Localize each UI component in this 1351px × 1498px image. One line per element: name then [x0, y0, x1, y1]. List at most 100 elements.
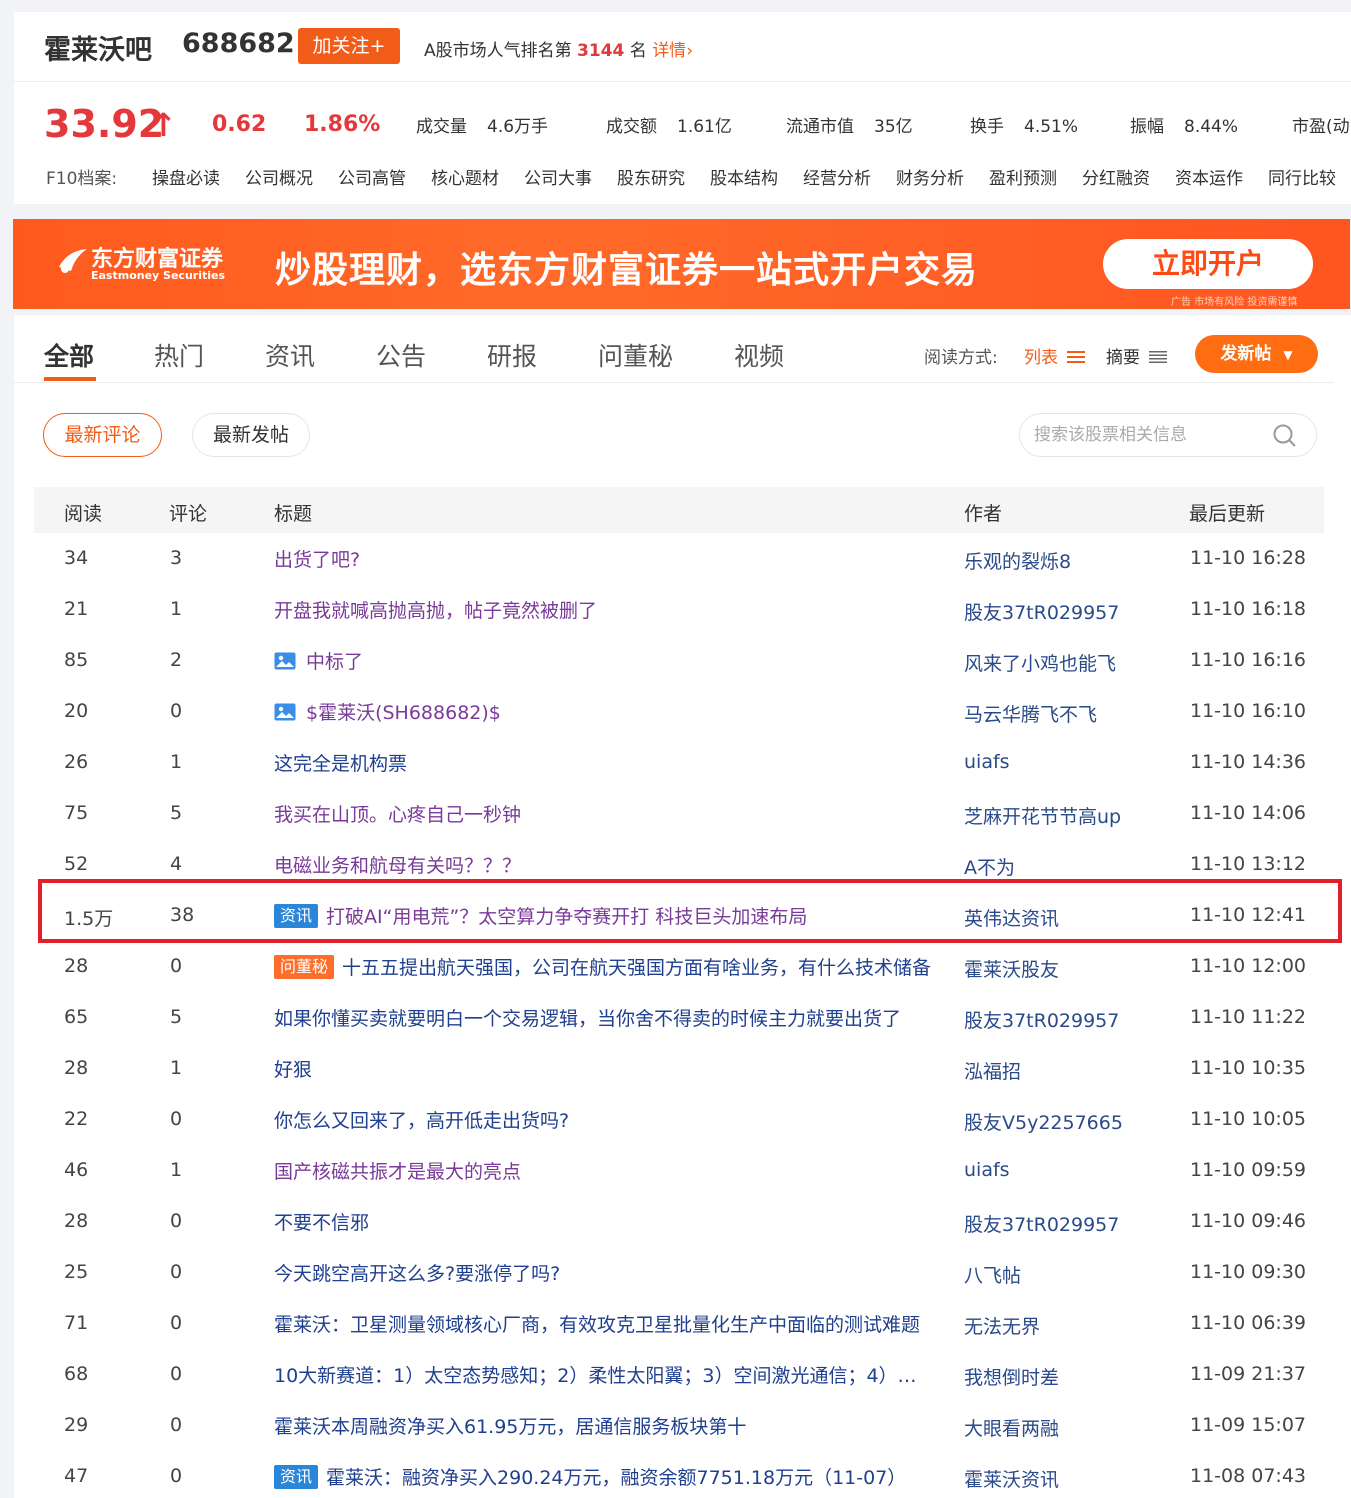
- tab-announcement[interactable]: 公告: [376, 337, 426, 373]
- post-title[interactable]: 你怎么又回来了，高开低走出货吗?: [274, 1106, 934, 1133]
- post-author[interactable]: 股友37tR029957: [964, 1006, 1119, 1033]
- post-title[interactable]: 中标了: [274, 647, 934, 674]
- table-row[interactable]: 46 1 国产核磁共振才是最大的亮点 uiafs 11-10 09:59: [34, 1145, 1324, 1196]
- post-author[interactable]: 无法无界: [964, 1312, 1040, 1339]
- post-title[interactable]: 开盘我就喊高抛高抛，帖子竟然被删了: [274, 596, 934, 623]
- table-row[interactable]: 75 5 我买在山顶。心疼自己一秒钟 芝麻开花节节高up 11-10 14:06: [34, 788, 1324, 839]
- post-title[interactable]: 问董秘 十五五提出航天强国，公司在航天强国方面有啥业务，有什么技术储备: [274, 953, 934, 980]
- popularity-rank: A股市场人气排名第 3144 名 详情›: [424, 36, 693, 61]
- post-title[interactable]: 电磁业务和航母有关吗？？？: [274, 851, 934, 878]
- search-icon[interactable]: [1272, 423, 1298, 449]
- post-author[interactable]: 八飞帖: [964, 1261, 1021, 1288]
- f10-link[interactable]: 公司大事: [524, 164, 592, 189]
- stock-header: 霍莱沃吧 688682 加关注+ A股市场人气排名第 3144 名 详情› 33…: [14, 12, 1351, 204]
- tab-news[interactable]: 资讯: [265, 337, 315, 373]
- post-author[interactable]: 股友37tR029957: [964, 598, 1119, 625]
- table-row[interactable]: 71 0 霍莱沃：卫星测量领域核心厂商，有效攻克卫星批量化生产中面临的测试难题 无法无…: [34, 1298, 1324, 1349]
- table-row[interactable]: 22 0 你怎么又回来了，高开低走出货吗? 股友V5y2257665 11-10 10:…: [34, 1094, 1324, 1145]
- table-row[interactable]: 85 2 中标了 风来了小鸡也能飞 11-10 16:16: [34, 635, 1324, 686]
- read-count: 71: [64, 1312, 89, 1334]
- table-row[interactable]: 65 5 如果你懂买卖就要明白一个交易逻辑，当你舍不得卖的时候主力就要出货了 股友37…: [34, 992, 1324, 1043]
- table-row[interactable]: 52 4 电磁业务和航母有关吗？？？ A不为 11-10 13:12: [34, 839, 1324, 890]
- table-row[interactable]: 28 1 好狠 泓福招 11-10 10:35: [34, 1043, 1324, 1094]
- table-row[interactable]: 20 0 $霍莱沃(SH688682)$ 马云华腾飞不飞 11-10 16:10: [34, 686, 1324, 737]
- post-author[interactable]: 我想倒时差: [964, 1363, 1059, 1390]
- f10-link[interactable]: 资本运作: [1175, 164, 1243, 189]
- f10-link[interactable]: 公司高管: [338, 164, 406, 189]
- post-title[interactable]: 如果你懂买卖就要明白一个交易逻辑，当你舍不得卖的时候主力就要出货了: [274, 1004, 934, 1031]
- post-title[interactable]: 资讯 打破AI“用电荒”？太空算力争夺赛开打 科技巨头加速布局: [274, 902, 934, 929]
- post-title[interactable]: $霍莱沃(SH688682)$: [274, 698, 934, 725]
- stock-bar-name[interactable]: 霍莱沃吧: [44, 28, 152, 67]
- table-row[interactable]: 28 0 不要不信邪 股友37tR029957 11-10 09:46: [34, 1196, 1324, 1247]
- tab-all[interactable]: 全部: [44, 337, 94, 373]
- table-row[interactable]: 68 0 10大新赛道：1）太空态势感知；2）柔性太阳翼；3）空间激光通信；4）卫星…: [34, 1349, 1324, 1400]
- post-author[interactable]: 股友V5y2257665: [964, 1108, 1123, 1135]
- post-title-text: 今天跳空高开这么多?要涨停了吗?: [274, 1263, 561, 1285]
- table-row[interactable]: 26 1 这完全是机构票 uiafs 11-10 14:36: [34, 737, 1324, 788]
- post-title[interactable]: 不要不信邪: [274, 1208, 934, 1235]
- search-input[interactable]: [1034, 422, 1264, 448]
- table-row[interactable]: 25 0 今天跳空高开这么多?要涨停了吗? 八飞帖 11-10 09:30: [34, 1247, 1324, 1298]
- f10-link[interactable]: 股本结构: [710, 164, 778, 189]
- read-count: 85: [64, 649, 89, 671]
- table-row[interactable]: 21 1 开盘我就喊高抛高抛，帖子竟然被删了 股友37tR029957 11-10 16…: [34, 584, 1324, 635]
- table-row[interactable]: 28 0 问董秘 十五五提出航天强国，公司在航天强国方面有啥业务，有什么技术储备 霍莱沃…: [34, 941, 1324, 992]
- post-author[interactable]: 乐观的裂烁8: [964, 547, 1071, 574]
- post-title[interactable]: 这完全是机构票: [274, 749, 934, 776]
- quote-float-cap: 流通市值 35亿: [786, 117, 913, 137]
- post-title[interactable]: 国产核磁共振才是最大的亮点: [274, 1157, 934, 1184]
- last-update-time: 11-08 07:43: [1190, 1465, 1307, 1487]
- post-author[interactable]: 大眼看两融: [964, 1414, 1059, 1441]
- post-author[interactable]: 泓福招: [964, 1057, 1021, 1084]
- post-author[interactable]: uiafs: [964, 1159, 1010, 1181]
- post-title[interactable]: 我买在山顶。心疼自己一秒钟: [274, 800, 934, 827]
- tab-video[interactable]: 视频: [734, 337, 784, 373]
- table-row[interactable]: 29 0 霍莱沃本周融资净买入61.95万元，居通信服务板块第十 大眼看两融 11-09…: [34, 1400, 1324, 1451]
- read-mode-summary[interactable]: 摘要: [1106, 343, 1168, 368]
- table-row[interactable]: 1.5万 38 资讯 打破AI“用电荒”？太空算力争夺赛开打 科技巨头加速布局 英伟达资…: [34, 890, 1324, 941]
- tab-research[interactable]: 研报: [487, 337, 537, 373]
- post-author[interactable]: 霍莱沃资讯: [964, 1465, 1059, 1492]
- post-author[interactable]: 风来了小鸡也能飞: [964, 649, 1116, 676]
- tab-hot[interactable]: 热门: [154, 337, 204, 373]
- post-author[interactable]: 马云华腾飞不飞: [964, 700, 1097, 727]
- post-title[interactable]: 好狠: [274, 1055, 934, 1082]
- rank-detail-link[interactable]: 详情›: [652, 41, 693, 61]
- f10-link[interactable]: 公司概况: [245, 164, 313, 189]
- post-author[interactable]: uiafs: [964, 751, 1010, 773]
- f10-link[interactable]: 财务分析: [896, 164, 964, 189]
- read-mode-list[interactable]: 列表: [1024, 343, 1086, 368]
- chevron-right-icon: ›: [686, 41, 693, 61]
- f10-link[interactable]: 核心题材: [431, 164, 499, 189]
- post-title-text: 10大新赛道：1）太空态势感知；2）柔性太阳翼；3）空间激光通信；4）卫星: [274, 1365, 934, 1387]
- post-author[interactable]: 霍莱沃股友: [964, 955, 1059, 982]
- post-title[interactable]: 10大新赛道：1）太空态势感知；2）柔性太阳翼；3）空间激光通信；4）卫星: [274, 1361, 934, 1388]
- post-author[interactable]: A不为: [964, 853, 1015, 880]
- post-author[interactable]: 股友37tR029957: [964, 1210, 1119, 1237]
- f10-link[interactable]: 股东研究: [617, 164, 685, 189]
- post-title[interactable]: 霍莱沃：卫星测量领域核心厂商，有效攻克卫星批量化生产中面临的测试难题: [274, 1310, 934, 1337]
- post-title[interactable]: 出货了吧?: [274, 545, 934, 572]
- filter-latest-post[interactable]: 最新发帖: [192, 413, 310, 457]
- f10-link[interactable]: 盈利预测: [989, 164, 1057, 189]
- read-count: 28: [64, 1210, 89, 1232]
- open-account-button[interactable]: 立即开户: [1103, 239, 1313, 289]
- post-title[interactable]: 霍莱沃本周融资净买入61.95万元，居通信服务板块第十: [274, 1412, 934, 1439]
- post-author[interactable]: 芝麻开花节节高up: [964, 802, 1121, 829]
- f10-link[interactable]: 操盘必读: [152, 164, 220, 189]
- f10-link[interactable]: 分红融资: [1082, 164, 1150, 189]
- tab-ask-secretary[interactable]: 问董秘: [598, 337, 673, 373]
- post-author[interactable]: 英伟达资讯: [964, 904, 1059, 931]
- filter-latest-comment[interactable]: 最新评论: [43, 413, 162, 457]
- comment-count: 5: [170, 802, 183, 824]
- table-row[interactable]: 47 0 资讯 霍莱沃：融资净买入290.24万元，融资余额7751.18万元（11-…: [34, 1451, 1324, 1498]
- follow-button[interactable]: 加关注+: [298, 28, 400, 64]
- post-title[interactable]: 今天跳空高开这么多?要涨停了吗?: [274, 1259, 934, 1286]
- ad-banner[interactable]: 东方财富证券 Eastmoney Securities 炒股理财，选东方财富证券…: [13, 219, 1350, 309]
- new-post-button[interactable]: 发新帖 ▼: [1195, 335, 1318, 373]
- post-title[interactable]: 资讯 霍莱沃：融资净买入290.24万元，融资余额7751.18万元（11-07）: [274, 1463, 934, 1490]
- f10-link[interactable]: 经营分析: [803, 164, 871, 189]
- table-row[interactable]: 34 3 出货了吧? 乐观的裂烁8 11-10 16:28: [34, 533, 1324, 584]
- f10-link[interactable]: 同行比较: [1268, 164, 1336, 189]
